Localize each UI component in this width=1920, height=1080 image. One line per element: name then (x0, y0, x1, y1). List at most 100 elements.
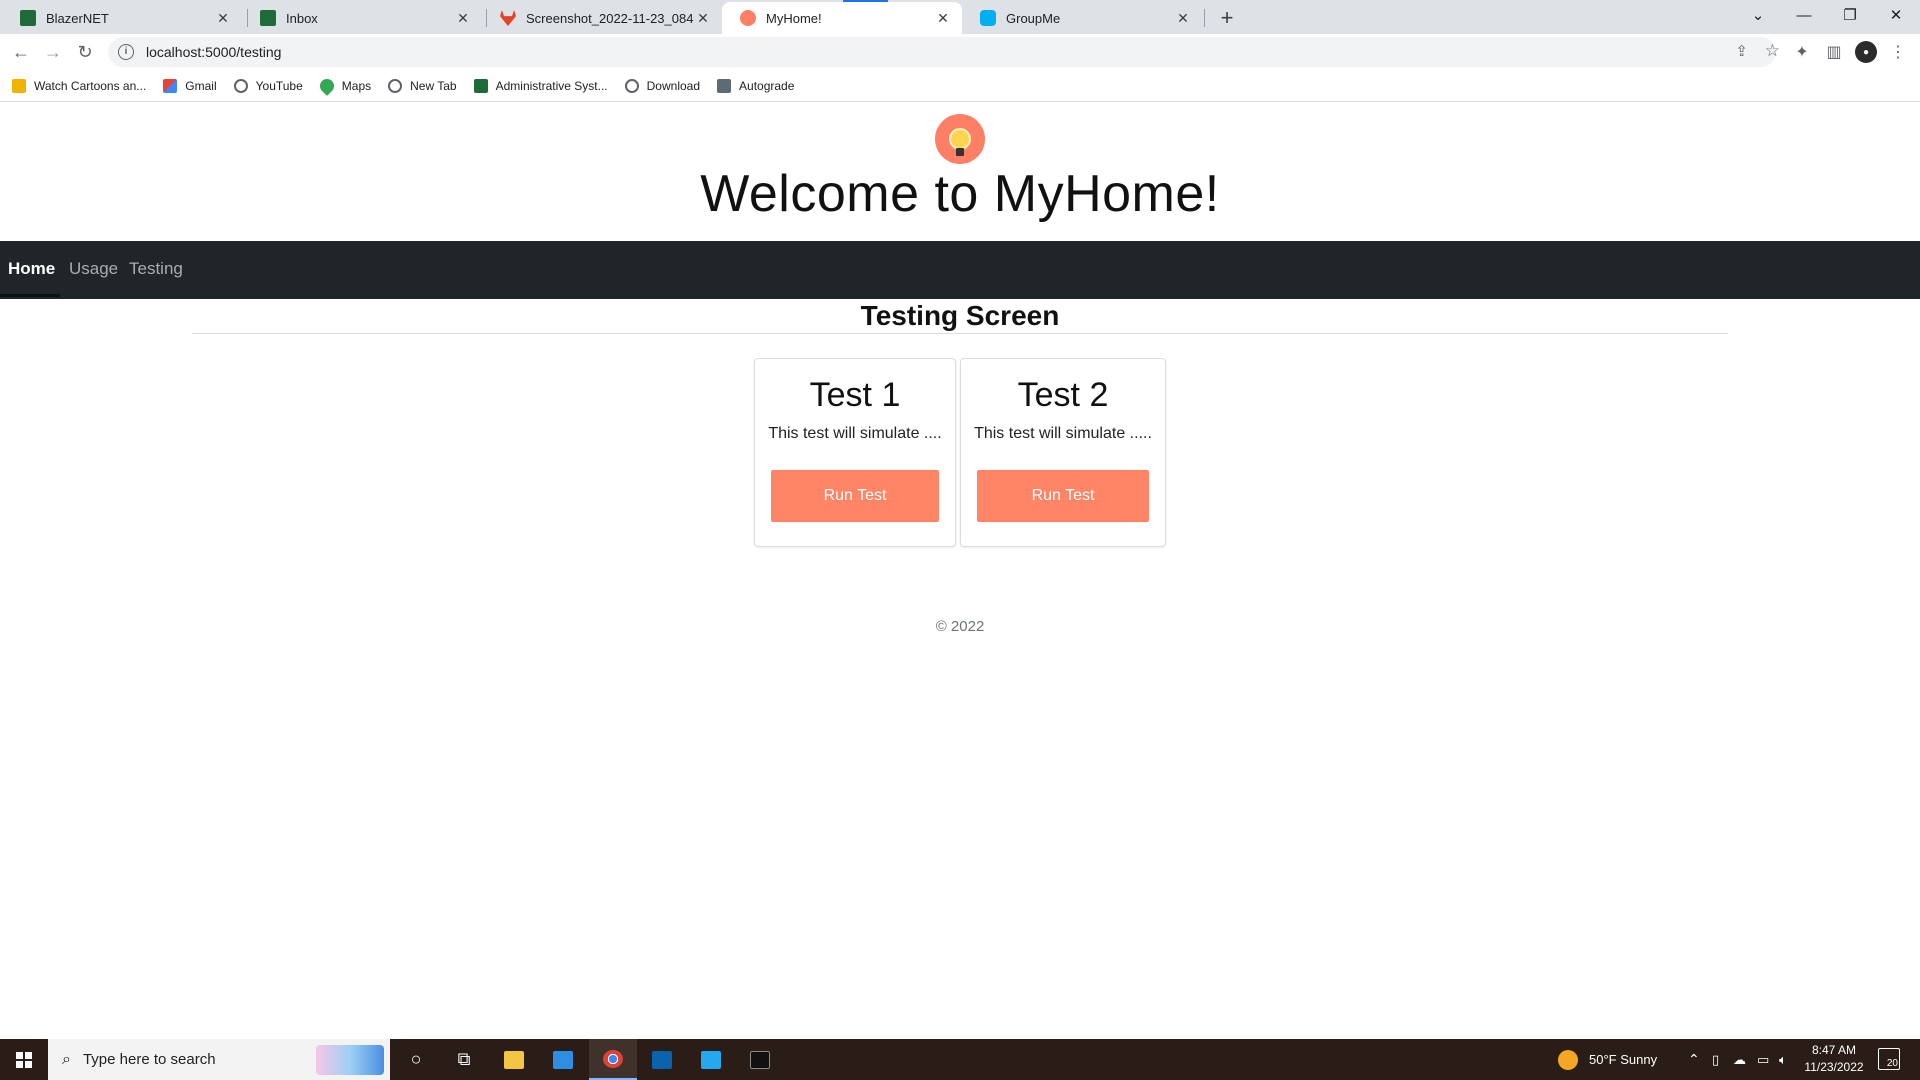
globe-icon (233, 78, 248, 93)
side-panel-icon[interactable]: ▥ (1820, 38, 1848, 66)
chrome-icon[interactable] (589, 1039, 637, 1080)
search-icon: ⌕ (62, 1050, 71, 1068)
lightbulb-logo-icon (935, 114, 985, 164)
bookmark-label: Maps (341, 78, 372, 93)
tray-device-icon[interactable]: ▯ (1712, 1039, 1719, 1080)
bookmark-item[interactable]: Download (624, 78, 701, 93)
bookmark-item[interactable]: Administrative Syst... (473, 78, 608, 93)
tab-groupme[interactable]: GroupMe ✕ (962, 2, 1202, 34)
forward-button[interactable]: → (39, 38, 67, 66)
menu-kebab-icon[interactable]: ⋮ (1884, 38, 1912, 66)
new-tab-button[interactable]: + (1213, 4, 1241, 32)
section-title: Testing Screen (860, 300, 1060, 331)
terminal-icon[interactable] (736, 1039, 784, 1080)
bookmark-label: Gmail (185, 78, 217, 93)
run-test-button[interactable]: Run Test (771, 470, 939, 522)
nav-item-testing[interactable]: Testing (129, 259, 183, 279)
bookmark-item[interactable]: New Tab (388, 78, 457, 93)
volume-icon[interactable]: 🔈︎ (1779, 1039, 1787, 1080)
bookmark-label: Download (646, 78, 701, 93)
bookmark-item[interactable]: Maps (316, 75, 372, 96)
bookmark-label: New Tab (410, 78, 457, 93)
url-text[interactable]: localhost:5000/testing (146, 44, 281, 60)
close-tab-icon[interactable]: ✕ (454, 9, 472, 27)
reload-button[interactable]: ↻ (71, 38, 99, 66)
tab-inbox[interactable]: Inbox ✕ (242, 2, 482, 34)
bookmark-item[interactable]: Gmail (163, 78, 217, 93)
store-icon[interactable] (539, 1039, 587, 1080)
tab-blazernet[interactable]: BlazerNET ✕ (2, 2, 242, 34)
extensions-icon[interactable]: ✦ (1788, 38, 1816, 66)
tray-chevron-icon[interactable]: ⌃ (1688, 1039, 1700, 1080)
page-title: Welcome to MyHome! (700, 165, 1220, 223)
bookmark-star-icon[interactable]: ☆ (1765, 41, 1780, 61)
site-info-icon[interactable]: i (118, 44, 134, 60)
weather-widget[interactable]: 50°F Sunny (1558, 1039, 1657, 1080)
back-button[interactable]: ← (7, 38, 35, 66)
mail-icon[interactable] (638, 1039, 686, 1080)
cortana-icon[interactable]: ○ (392, 1039, 440, 1080)
tab-title: MyHome! (766, 10, 822, 26)
nav-item-home[interactable]: Home (8, 259, 55, 279)
network-icon[interactable]: ▭ (1757, 1039, 1769, 1080)
vscode-icon[interactable] (687, 1039, 735, 1080)
autograde-icon (717, 78, 732, 93)
profile-avatar[interactable]: ● (1855, 41, 1877, 63)
bookmark-label: Watch Cartoons an... (34, 78, 147, 93)
file-explorer-icon[interactable] (490, 1039, 538, 1080)
globe-icon (388, 78, 403, 93)
system-clock[interactable]: 8:47 AM 11/23/2022 (1800, 1042, 1868, 1076)
test-card: Test 1 This test will simulate .... Run … (754, 358, 956, 547)
test-card: Test 2 This test will simulate ..... Run… (960, 358, 1166, 547)
tab-title: Inbox (286, 10, 318, 26)
tab-title: BlazerNET (46, 10, 109, 26)
sun-icon (1558, 1049, 1578, 1070)
address-bar[interactable]: i localhost:5000/testing ⇪ ☆ (108, 37, 1780, 67)
share-icon[interactable]: ⇪ (1735, 42, 1748, 60)
site-navbar: Home Usage Testing (0, 241, 1920, 299)
search-highlight-image (316, 1045, 384, 1075)
search-placeholder: Type here to search (82, 1051, 216, 1068)
clock-time: 8:47 AM (1811, 1043, 1857, 1057)
card-description: This test will simulate .... (768, 425, 942, 442)
web-page: Welcome to MyHome! Home Usage Testing Te… (0, 102, 1920, 1039)
bookmark-item[interactable]: Autograde (717, 78, 794, 93)
start-button[interactable] (0, 1039, 48, 1080)
taskbar-search[interactable]: ⌕ Type here to search (48, 1039, 390, 1080)
browser-toolbar: ← → ↻ i localhost:5000/testing ⇪ ☆ ✦ ▥ ●… (0, 34, 1920, 70)
gmail-icon (163, 78, 178, 93)
close-window-button[interactable]: ✕ (1873, 0, 1919, 30)
bulb-icon (949, 128, 971, 150)
bookmark-item[interactable]: Watch Cartoons an... (12, 78, 147, 93)
minimize-button[interactable]: — (1781, 0, 1827, 30)
gitlab-icon (500, 10, 516, 26)
windows-logo-icon (16, 1051, 32, 1068)
bulb-base-icon (956, 148, 964, 156)
tab-screenshot[interactable]: Screenshot_2022-11-23_084607... ✕ (482, 2, 722, 34)
tab-myhome[interactable]: MyHome! ✕ (722, 2, 962, 34)
run-test-button[interactable]: Run Test (977, 470, 1149, 522)
close-tab-icon[interactable]: ✕ (214, 9, 232, 27)
windows-taskbar: ⌕ Type here to search ○ ⧉ 50°F Sunny ⌃ ▯… (0, 1039, 1920, 1080)
divider (192, 333, 1728, 334)
close-tab-icon[interactable]: ✕ (1174, 9, 1192, 27)
tab-title: Screenshot_2022-11-23_084607... (526, 10, 694, 26)
clock-date: 11/23/2022 (1804, 1060, 1864, 1074)
onedrive-icon[interactable]: ☁ (1733, 1039, 1746, 1080)
restore-button[interactable]: ❐ (1827, 0, 1873, 30)
bookmark-item[interactable]: YouTube (233, 78, 303, 93)
tab-divider (1204, 9, 1205, 27)
browser-tab-strip: BlazerNET ✕ Inbox ✕ Screenshot_2022-11-2… (0, 0, 1920, 34)
notification-count: 20 (1886, 1058, 1898, 1069)
task-view-icon[interactable]: ⧉ (440, 1039, 488, 1080)
close-tab-icon[interactable]: ✕ (934, 9, 952, 27)
nav-item-usage[interactable]: Usage (69, 259, 118, 279)
globe-icon (624, 78, 639, 93)
bookmark-label: Administrative Syst... (495, 78, 608, 93)
card-title: Test 1 (809, 376, 901, 414)
maps-icon (316, 75, 337, 96)
tab-search-chevron-icon[interactable]: ⌄ (1735, 0, 1781, 30)
notification-center-icon[interactable]: 20 (1878, 1048, 1900, 1070)
close-tab-icon[interactable]: ✕ (694, 9, 712, 27)
myhome-icon (740, 10, 756, 26)
